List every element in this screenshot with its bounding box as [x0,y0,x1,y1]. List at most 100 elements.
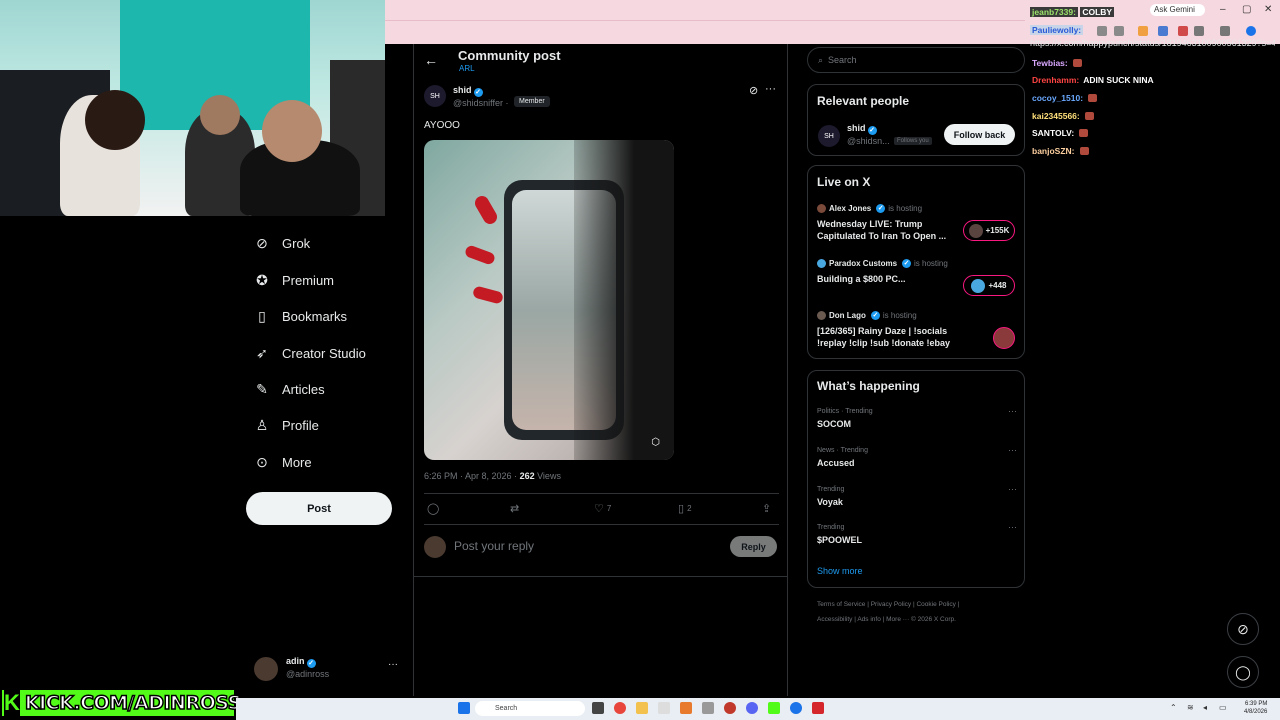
extension-icon[interactable] [1138,26,1148,36]
maximize-button[interactable]: ▢ [1242,4,1251,15]
taskbar-search[interactable]: Search [475,701,585,716]
nav-more[interactable]: ⊙ More [254,448,312,476]
chrome-icon[interactable] [614,702,626,714]
nav-premium[interactable]: ✪ Premium [254,266,334,294]
grok-fab-button[interactable]: ⊘ [1227,613,1259,645]
separator: · [505,98,509,108]
live-item[interactable]: Paradox Customs ✓ is hosting Building a $8… [817,259,957,285]
more-options-icon[interactable]: ··· [388,659,398,670]
url-bar[interactable]: https://x.com/happypunch/status/18194631… [1030,38,1275,50]
grok-icon[interactable]: ⊘ [749,84,758,97]
app-icon[interactable] [680,702,692,714]
back-arrow-icon[interactable]: ← [424,52,438,68]
live-listeners-pill[interactable]: +155K [963,220,1015,241]
account-switcher[interactable]: adin ✓ @adinross ··· [254,655,404,685]
panel-title: Relevant people [817,94,910,108]
trend-category: Trending [817,486,845,493]
trend-item[interactable]: Politics · Trending SOCOM ··· [817,406,1017,429]
app-icon[interactable] [658,702,670,714]
trend-item[interactable]: Trending $POOWEL ··· [817,522,1017,545]
avatar [817,204,826,213]
bookmark-action[interactable]: ▯ 2 [678,502,692,515]
nav-label: Profile [282,417,319,433]
reply-input[interactable]: Post your reply [454,539,534,553]
discord-icon[interactable] [746,702,758,714]
zoom-icon[interactable] [1097,26,1107,36]
post-button[interactable]: Post [246,492,392,525]
avatar[interactable]: SH [818,125,840,147]
wifi-icon[interactable]: ≋ [1187,703,1194,712]
trend-item[interactable]: Trending Voyak ··· [817,484,1017,507]
star-icon[interactable] [1114,26,1124,36]
reply-button[interactable]: Reply [730,536,777,557]
windows-start-icon[interactable] [458,702,470,714]
footer-links-row[interactable]: Terms of Service | Privacy Policy | Cook… [817,601,959,608]
sensitive-media-icon[interactable]: ⬡ [651,437,660,448]
host-line: Alex Jones ✓ is hosting [817,204,957,213]
volume-icon[interactable]: ◂ [1203,703,1207,712]
app-icon[interactable] [790,702,802,714]
member-badge: Member [514,96,550,107]
avatar [254,657,278,681]
follow-back-button[interactable]: Follow back [944,124,1015,145]
avatar [817,311,826,320]
divider [413,576,788,577]
more-options-icon[interactable]: ··· [765,83,776,95]
emote-icon [1079,147,1089,155]
app-icon[interactable] [812,702,824,714]
extension-icon[interactable] [1158,26,1168,36]
task-view-icon[interactable] [592,702,604,714]
footer-links-row[interactable]: Accessibility | Ads info | More ··· © 20… [817,616,956,623]
system-tray-icon[interactable]: ⌃ [1170,703,1177,712]
messages-fab-button[interactable]: ◯ [1227,656,1259,688]
chat-username: Drenhamm: [1032,75,1080,85]
rocket-icon: ➶ [256,344,268,361]
more-options-icon[interactable]: ··· [1008,522,1017,532]
trend-name: SOCOM [817,419,852,429]
author-handle-row[interactable]: @shidsniffer · [453,98,509,108]
nav-creator-studio[interactable]: ➶ Creator Studio [254,339,366,367]
live-host-avatar[interactable] [993,327,1015,349]
minimize-button[interactable]: – [1220,4,1226,15]
chat-username: banjoSZN: [1032,146,1075,156]
ask-gemini-button[interactable]: Ask Gemini [1150,4,1205,16]
live-item[interactable]: Don Lago ✓ is hosting [126/365] Rainy Daze… [817,311,957,349]
more-options-icon[interactable]: ··· [1008,445,1017,455]
repost-action[interactable]: ⇄ [510,502,519,515]
emote-icon [1072,59,1082,67]
nav-articles[interactable]: ✎ Articles [254,375,325,403]
file-explorer-icon[interactable] [636,702,648,714]
divider [424,493,779,494]
like-action[interactable]: ♡ 7 [594,502,611,515]
post-video[interactable]: ⬡ [424,140,674,460]
show-more-link[interactable]: Show more [817,566,863,576]
author-avatar[interactable]: SH [424,85,446,107]
reply-action[interactable]: ◯ [427,502,439,515]
extension-icon[interactable] [1178,26,1188,36]
battery-icon[interactable]: ▭ [1219,703,1227,712]
person-name-row[interactable]: shid ✓ [847,123,877,135]
close-window-button[interactable]: ✕ [1264,4,1272,15]
trend-item[interactable]: News · Trending Accused ··· [817,445,1017,468]
more-options-icon[interactable]: ··· [1008,406,1017,416]
more-options-icon[interactable]: ··· [1008,484,1017,494]
nav-bookmarks[interactable]: ▯ Bookmarks [254,302,347,330]
taskbar-clock[interactable]: 6:39 PM 4/8/2026 [1244,700,1267,716]
avatar [424,536,446,558]
nav-grok[interactable]: ⊘ Grok [254,229,310,257]
app-icon[interactable] [724,702,736,714]
kick-app-icon[interactable] [768,702,780,714]
avatar [971,278,986,293]
nav-profile[interactable]: ♙ Profile [254,411,319,439]
live-listeners-pill[interactable]: +448 [963,275,1015,296]
share-action[interactable]: ⇪ [762,502,771,515]
app-icon[interactable] [702,702,714,714]
post-meta: 6:26 PM · Apr 8, 2026 · 262 Views [424,471,561,481]
sidebar-icon[interactable] [1220,26,1230,36]
community-link[interactable]: ARL [459,64,475,73]
author-name-row[interactable]: shid ✓ [453,85,483,97]
profile-icon[interactable] [1246,26,1256,36]
search-input[interactable]: ⌕ Search [807,47,1025,73]
live-item[interactable]: Alex Jones ✓ is hosting Wednesday LIVE: Tr… [817,204,957,242]
extensions-puzzle-icon[interactable] [1194,26,1204,36]
